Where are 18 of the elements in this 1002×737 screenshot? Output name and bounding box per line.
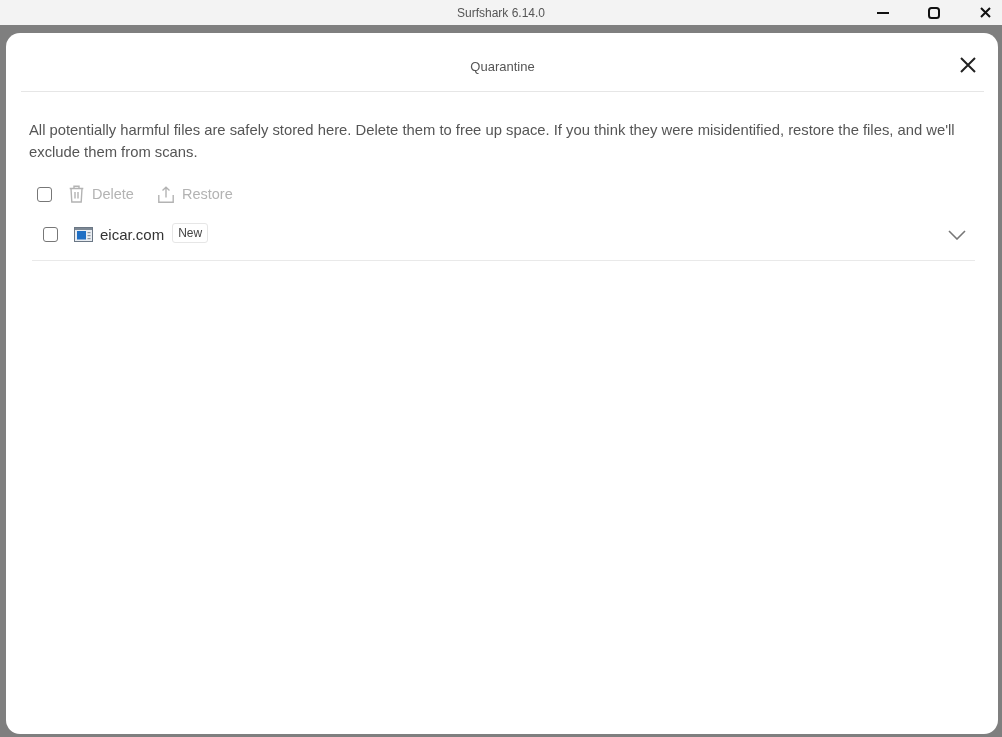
file-checkbox[interactable] bbox=[43, 227, 58, 242]
trash-icon bbox=[69, 185, 84, 203]
file-row[interactable]: eicar.com New bbox=[32, 209, 975, 261]
description-text: All potentially harmful files are safely stored here. Delete them to free up space. If you think they were misidentified, restore the files, and we'll exclude them from scans. bbox=[29, 121, 956, 162]
close-icon bbox=[960, 56, 976, 73]
select-all-checkbox[interactable] bbox=[37, 186, 52, 202]
file-name: eicar.com bbox=[100, 226, 165, 243]
maximize-icon bbox=[928, 6, 940, 19]
upload-icon bbox=[157, 185, 174, 203]
close-icon bbox=[979, 7, 991, 18]
dialog-title: Quarantine bbox=[470, 58, 535, 74]
minimize-icon bbox=[877, 11, 889, 14]
new-tag: New bbox=[172, 223, 209, 243]
close-button[interactable] bbox=[958, 54, 978, 75]
chevron-down-icon bbox=[948, 229, 966, 240]
file-icon bbox=[74, 227, 93, 242]
window-title: Surfshark 6.14.0 bbox=[456, 5, 546, 20]
expand-button[interactable] bbox=[948, 229, 966, 240]
